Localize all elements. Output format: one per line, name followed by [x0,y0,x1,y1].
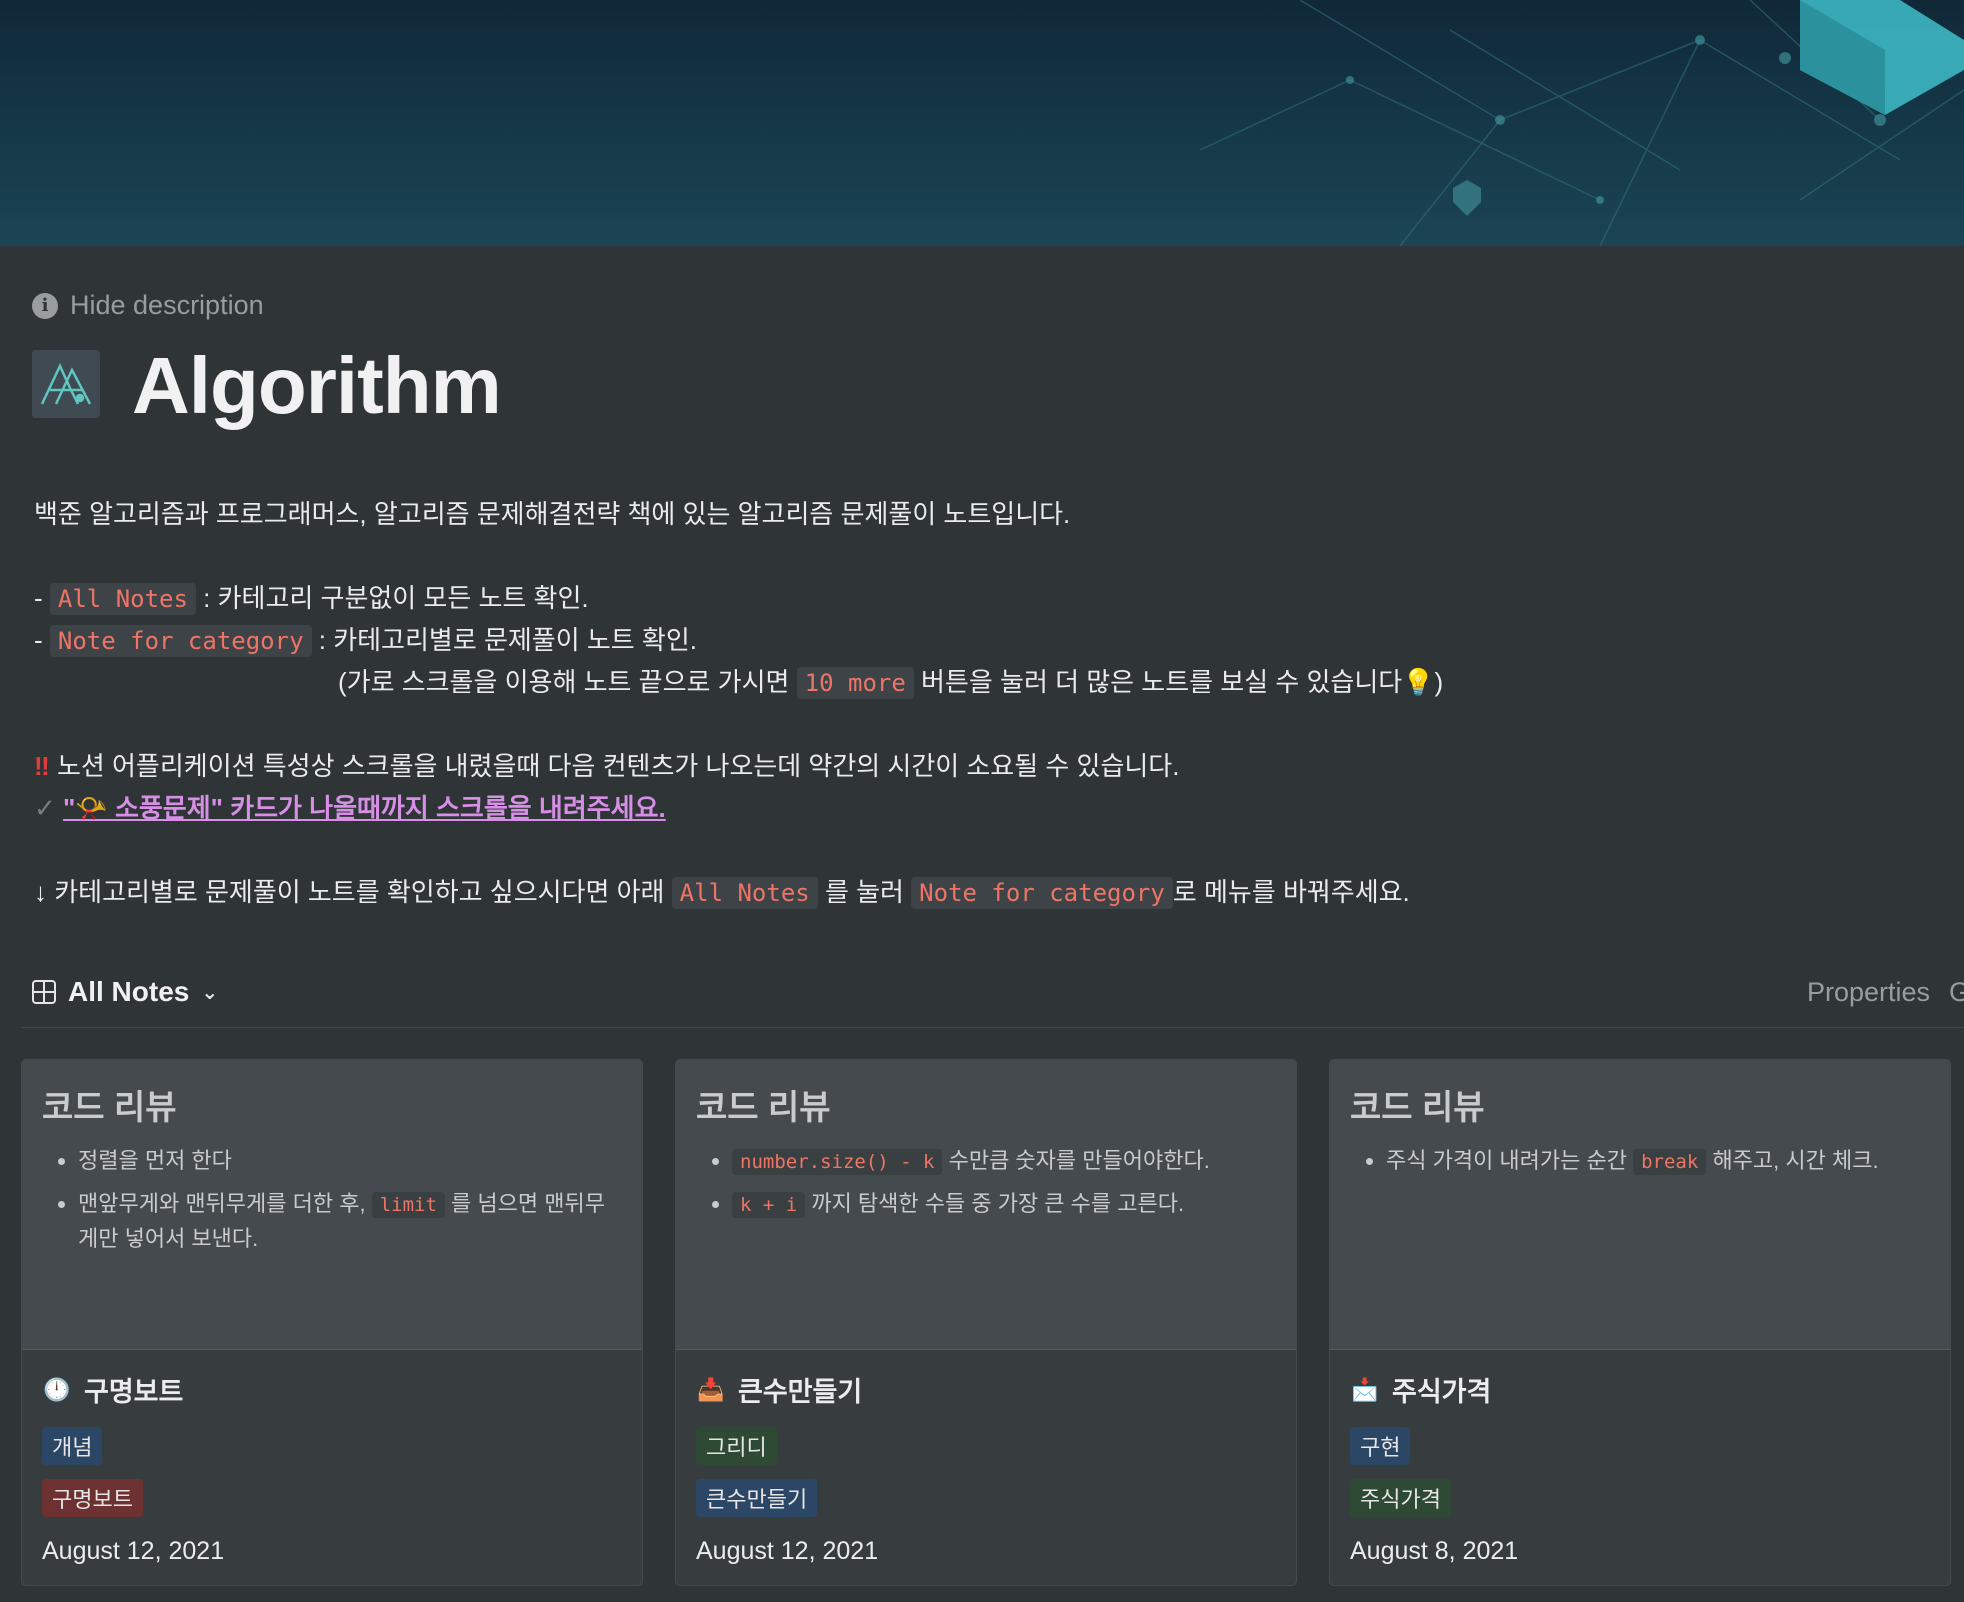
note-category-code: Note for category [49,625,312,657]
card-body: 🕛 구명보트 개념 구명보트 August 12, 2021 [22,1350,642,1585]
problem-tag: 큰수만들기 [696,1479,818,1517]
card-body: 📩 주식가격 구현 주식가격 August 8, 2021 [1330,1350,1950,1585]
bullet-text: 수만큼 숫자를 만들어야한다. [948,1148,1210,1173]
group-button-cutoff[interactable]: G [1949,977,1964,1008]
preview-heading: 코드 리뷰 [696,1089,831,1127]
bottom-text-post: 로 메뉴를 바꿔주세요. [1172,877,1410,907]
preview-bullet: 주식 가격이 내려가는 순간 break 해주고, 시간 체크. [1386,1143,1930,1178]
cover-image [0,0,1964,246]
description-line-intro: 백준 알고리즘과 프로그래머스, 알고리즘 문제해결전략 책에 있는 알고리즘 … [34,494,1070,531]
scroll-hint-pre: (가로 스크롤을 이용해 노트 끝으로 가시면 [338,667,790,697]
envelope-arrow-icon: 📩 [1351,1376,1379,1402]
bottom-note-category-code: Note for category [911,877,1173,909]
bullet-text: 맨앞무게와 맨뒤무게를 더한 후, [78,1191,366,1217]
bottom-text-mid: 를 눌러 [824,877,904,907]
view-name: All Notes [68,976,190,1007]
algorithm-logo-icon [40,363,92,405]
network-pattern-graphic [1199,0,1964,246]
category-tag: 구현 [1350,1427,1411,1465]
warning-text: 노션 어플리케이션 특성상 스크롤을 내렸을때 다음 컨텐츠가 나오는데 약간의… [56,751,1180,781]
card-title-text: 구명보트 [84,1377,184,1407]
gallery-card-make-big-number[interactable]: 코드 리뷰 number.size() - k 수만큼 숫자를 만들어야한다. … [676,1060,1296,1585]
inline-code: k + i [732,1192,806,1219]
card-title: 📥 큰수만들기 [696,1370,1276,1409]
all-notes-text: : 카테고리 구분없이 모든 노트 확인. [203,583,589,613]
description-line-note-category: - Note for category : 카테고리별로 문제풀이 노트 확인. [34,625,697,657]
tag-row: 주식가격 [1350,1479,1930,1531]
gallery-card-stock-price[interactable]: 코드 리뷰 주식 가격이 내려가는 순간 break 해주고, 시간 체크. 📩… [1330,1060,1950,1585]
description-line-bottom: ↓ 카테고리별로 문제풀이 노트를 확인하고 싶으시다면 아래 All Note… [34,872,1410,909]
preview-bullet: k + i 까지 탐색한 수들 중 가장 큰 수를 고른다. [732,1186,1276,1221]
card-body: 📥 큰수만들기 그리디 큰수만들기 August 12, 2021 [676,1350,1296,1585]
preview-list: 주식 가격이 내려가는 순간 break 해주고, 시간 체크. [1350,1143,1930,1178]
card-preview: 코드 리뷰 number.size() - k 수만큼 숫자를 만들어야한다. … [676,1060,1296,1350]
view-switcher-button[interactable]: All Notes ⌄ [32,976,218,1008]
preview-bullet: number.size() - k 수만큼 숫자를 만들어야한다. [732,1143,1276,1178]
card-date: August 12, 2021 [42,1537,225,1565]
tag-row: 구현 [1350,1427,1930,1479]
gallery-icon [32,980,56,1004]
hide-description-button[interactable]: i Hide description [32,290,264,321]
card-date: August 12, 2021 [696,1537,879,1565]
ten-more-code: 10 more [796,667,914,699]
card-preview: 코드 리뷰 주식 가격이 내려가는 순간 break 해주고, 시간 체크. [1330,1060,1950,1350]
inline-code: limit [371,1192,445,1219]
page-title[interactable]: Algorithm [132,340,502,432]
double-exclamation-icon: ‼ [34,751,50,781]
preview-heading: 코드 리뷰 [1350,1089,1485,1127]
database-view-bar: All Notes ⌄ Properties G [32,960,1964,1024]
description-line-scroll-hint: (가로 스크롤을 이용해 노트 끝으로 가시면 10 more 버튼을 눌러 더… [338,662,1443,699]
bottom-text-pre: 카테고리별로 문제풀이 노트를 확인하고 싶으시다면 아래 [54,877,665,907]
problem-tag: 주식가격 [1350,1479,1451,1517]
tag-row: 그리디 [696,1427,1276,1479]
arrow-down-icon: ↓ [34,877,47,907]
preview-heading: 코드 리뷰 [42,1089,177,1127]
chevron-down-icon: ⌄ [201,981,219,1004]
inline-code: number.size() - k [732,1149,943,1175]
description-line-warning: ‼ 노션 어플리케이션 특성상 스크롤을 내렸을때 다음 컨텐츠가 나오는데 약… [34,746,1179,783]
check-mark-icon: ✓ [34,793,56,823]
card-title-text: 주식가격 [1392,1377,1492,1407]
card-date: August 8, 2021 [1350,1537,1519,1565]
bullet-text: 해주고, 시간 체크. [1712,1148,1879,1173]
inline-code: break [1633,1149,1707,1175]
gallery-card-lifeboat[interactable]: 코드 리뷰 정렬을 먼저 한다 맨앞무게와 맨뒤무게를 더한 후, limit … [22,1060,642,1585]
description-line-link: ✓ "📯 소풍문제" 카드가 나올때까지 스크롤을 내려주세요. [34,788,666,825]
scroll-instruction-link[interactable]: "📯 소풍문제" 카드가 나올때까지 스크롤을 내려주세요. [63,793,666,823]
note-category-text: : 카테고리별로 문제풀이 노트 확인. [318,625,697,655]
card-title: 📩 주식가격 [1350,1370,1930,1409]
bullet-text: 정렬을 먼저 한다 [78,1148,232,1173]
tag-row: 개념 [42,1427,622,1479]
properties-button[interactable]: Properties [1807,977,1930,1008]
info-icon: i [32,292,58,319]
card-title-text: 큰수만들기 [738,1377,863,1407]
tag-row: 구명보트 [42,1479,622,1531]
preview-bullet: 맨앞무게와 맨뒤무게를 더한 후, limit 를 넘으면 맨뒤무게만 넣어서 … [78,1186,622,1256]
card-title: 🕛 구명보트 [42,1370,622,1409]
preview-list: number.size() - k 수만큼 숫자를 만들어야한다. k + i … [696,1143,1276,1221]
description-line-all-notes: - All Notes : 카테고리 구분없이 모든 노트 확인. [34,583,589,615]
scroll-hint-post: 버튼을 눌러 더 많은 노트를 보실 수 있습니다💡) [921,667,1444,697]
bullet-text: 까지 탐색한 수들 중 가장 큰 수를 고른다. [811,1191,1185,1217]
card-preview: 코드 리뷰 정렬을 먼저 한다 맨앞무게와 맨뒤무게를 더한 후, limit … [22,1060,642,1350]
preview-list: 정렬을 먼저 한다 맨앞무게와 맨뒤무게를 더한 후, limit 를 넘으면 … [42,1143,622,1257]
category-tag: 개념 [42,1427,103,1465]
view-divider [22,1027,1964,1028]
hide-description-label: Hide description [70,290,264,320]
clock-icon: 🕛 [43,1376,71,1402]
intro-text: 백준 알고리즘과 프로그래머스, 알고리즘 문제해결전략 책에 있는 알고리즘 … [34,499,1071,529]
bottom-all-notes-code: All Notes [671,877,818,909]
preview-bullet: 정렬을 먼저 한다 [78,1143,622,1178]
category-tag: 그리디 [696,1427,777,1465]
bullet-text: 주식 가격이 내려가는 순간 [1386,1148,1627,1173]
all-notes-code: All Notes [49,583,196,615]
page-icon[interactable] [32,350,100,418]
problem-tag: 구명보트 [42,1479,143,1517]
inbox-tray-icon: 📥 [697,1376,725,1402]
tag-row: 큰수만들기 [696,1479,1276,1531]
